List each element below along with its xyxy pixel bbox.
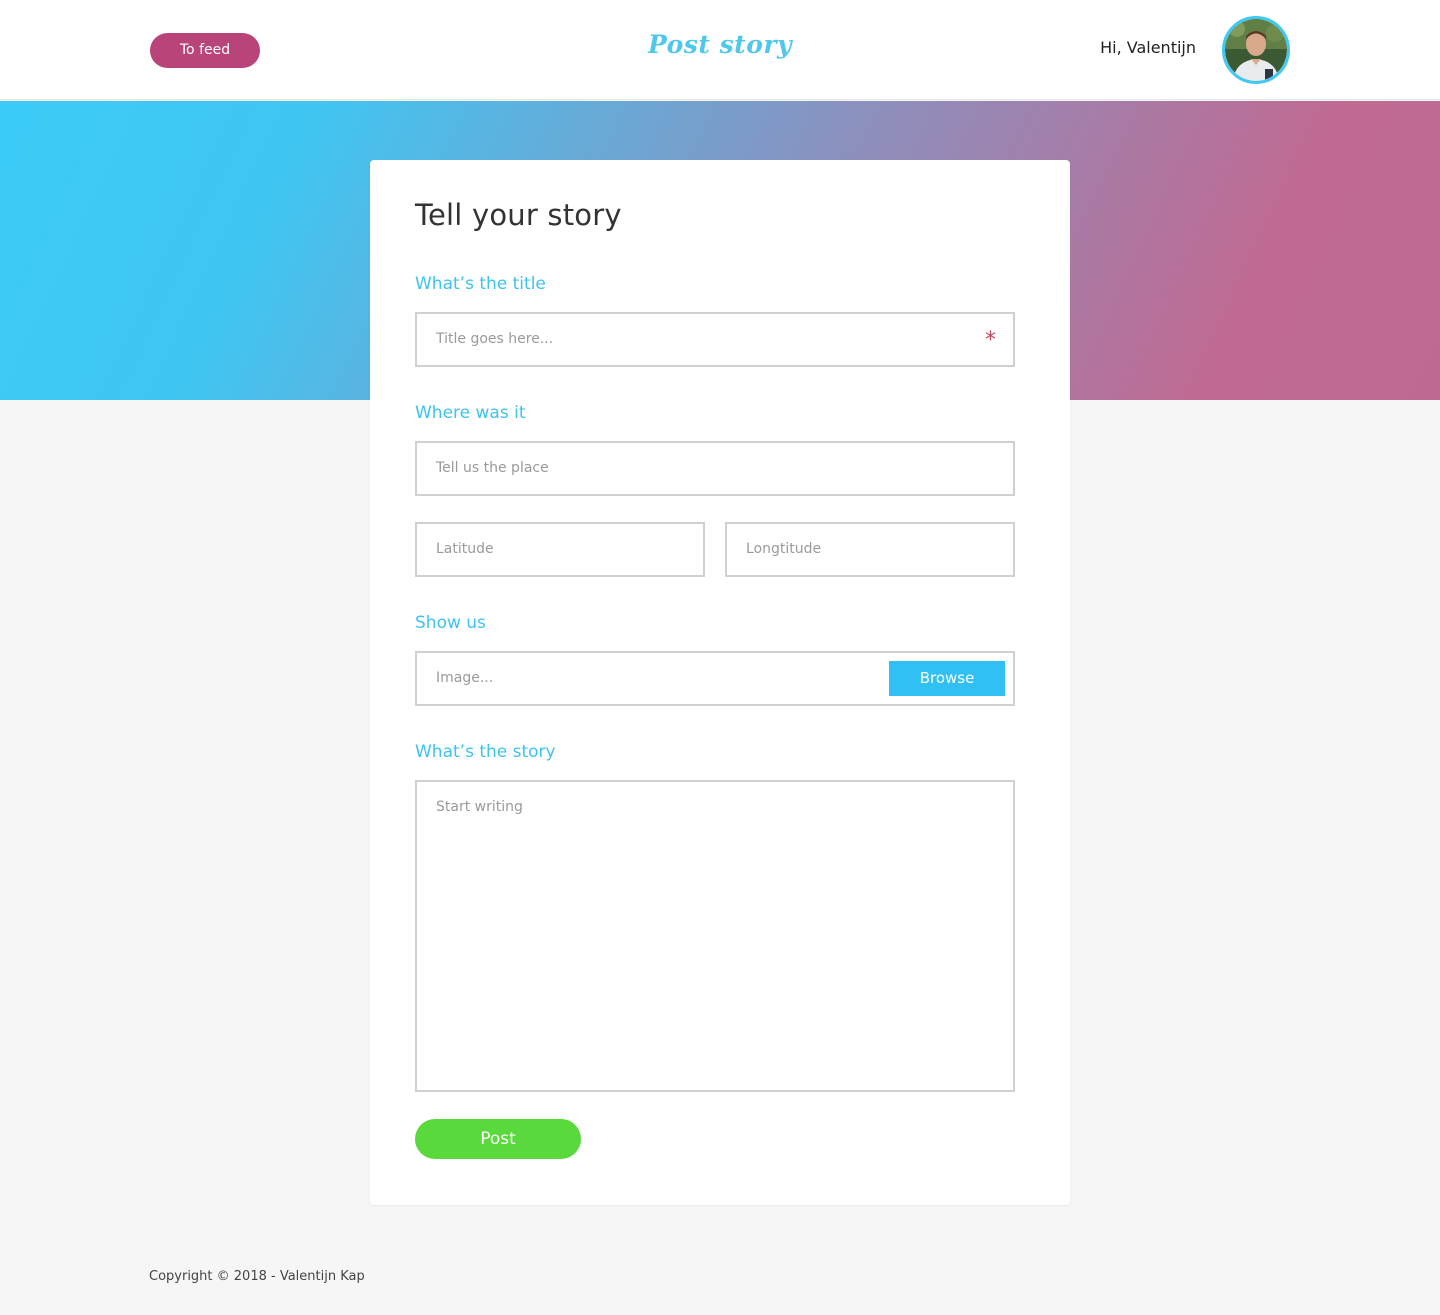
title-input[interactable]: Title goes here... * xyxy=(415,312,1015,367)
place-placeholder: Tell us the place xyxy=(436,460,549,476)
place-input[interactable]: Tell us the place xyxy=(415,441,1015,496)
image-section-label: Show us xyxy=(415,613,486,633)
story-section-label: What’s the story xyxy=(415,742,556,762)
required-marker: * xyxy=(985,328,996,353)
avatar[interactable] xyxy=(1222,16,1290,84)
footer-copyright: Copyright © 2018 - Valentijn Kap xyxy=(149,1269,365,1284)
user-greeting: Hi, Valentijn xyxy=(1100,38,1196,57)
image-placeholder: Image... xyxy=(436,670,494,686)
story-placeholder: Start writing xyxy=(436,799,523,815)
form-heading: Tell your story xyxy=(415,198,622,232)
title-section-label: What’s the title xyxy=(415,274,546,294)
browse-button[interactable]: Browse xyxy=(889,661,1005,696)
title-placeholder: Title goes here... xyxy=(436,331,554,347)
top-bar: To feed Post story Hi, Valentijn xyxy=(0,0,1440,100)
latitude-input[interactable]: Latitude xyxy=(415,522,705,577)
story-form-card: Tell your story What’s the title Title g… xyxy=(370,160,1070,1205)
location-section-label: Where was it xyxy=(415,403,526,423)
story-textarea[interactable]: Start writing xyxy=(415,780,1015,1092)
longitude-input[interactable]: Longtitude xyxy=(725,522,1015,577)
image-input[interactable]: Image... Browse xyxy=(415,651,1015,706)
latitude-placeholder: Latitude xyxy=(436,541,494,557)
post-button[interactable]: Post xyxy=(415,1119,581,1159)
longitude-placeholder: Longtitude xyxy=(746,541,822,557)
user-avatar-icon xyxy=(1225,19,1287,81)
